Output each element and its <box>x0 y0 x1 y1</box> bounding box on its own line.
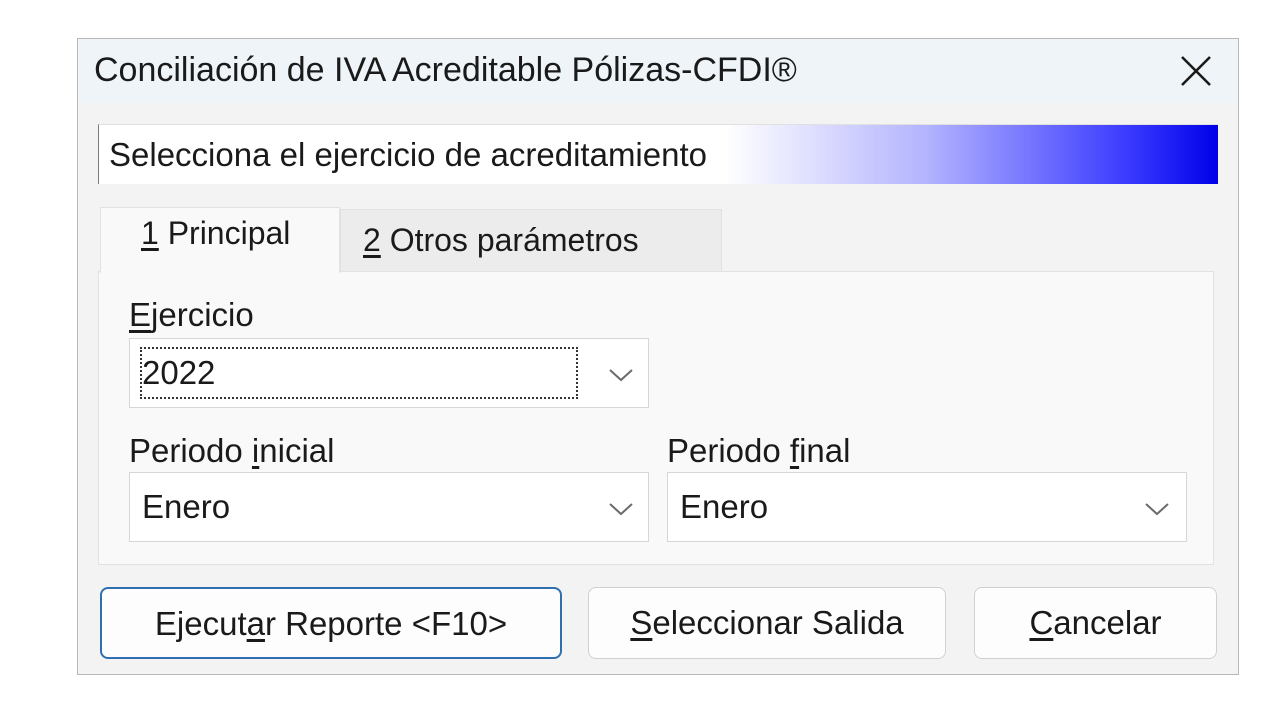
tab-panel-principal: Ejercicio 2022 Periodo inicial Enero Per… <box>98 271 1214 565</box>
title-bar: Conciliación de IVA Acreditable Pólizas-… <box>78 39 1238 103</box>
periodo-final-value: Enero <box>680 488 769 525</box>
ejercicio-value: 2022 <box>142 354 216 391</box>
ejercicio-label: Ejercicio <box>129 296 254 333</box>
tab-otros-parametros-label: 2 Otros parámetros <box>363 222 639 258</box>
periodo-inicial-select[interactable]: Enero <box>129 472 649 542</box>
instruction-banner: Selecciona el ejercicio de acreditamient… <box>98 124 1218 184</box>
tab-otros-parametros[interactable]: 2 Otros parámetros <box>340 209 722 271</box>
chevron-down-icon <box>609 503 633 516</box>
periodo-inicial-value: Enero <box>142 488 231 525</box>
periodo-final-select[interactable]: Enero <box>667 472 1187 542</box>
instruction-text: Selecciona el ejercicio de acreditamient… <box>109 136 707 173</box>
ejercicio-select[interactable]: 2022 <box>129 338 649 408</box>
periodo-inicial-label: Periodo inicial <box>129 432 335 469</box>
window-title: Conciliación de IVA Acreditable Pólizas-… <box>94 51 797 89</box>
tab-principal[interactable]: 1 Principal <box>100 207 340 273</box>
close-button[interactable] <box>1172 47 1220 95</box>
seleccionar-salida-button[interactable]: Seleccionar Salida <box>588 587 946 659</box>
chevron-down-icon <box>609 369 633 382</box>
tab-principal-label: 1 Principal <box>141 215 291 251</box>
cancel-button[interactable]: Cancelar <box>974 587 1217 659</box>
chevron-down-icon <box>1145 503 1169 516</box>
periodo-final-label: Periodo final <box>667 432 851 469</box>
close-icon <box>1181 56 1211 86</box>
conciliacion-dialog: Conciliación de IVA Acreditable Pólizas-… <box>77 38 1239 675</box>
ejecutar-reporte-button[interactable]: Ejecutar Reporte <F10> <box>100 587 562 659</box>
